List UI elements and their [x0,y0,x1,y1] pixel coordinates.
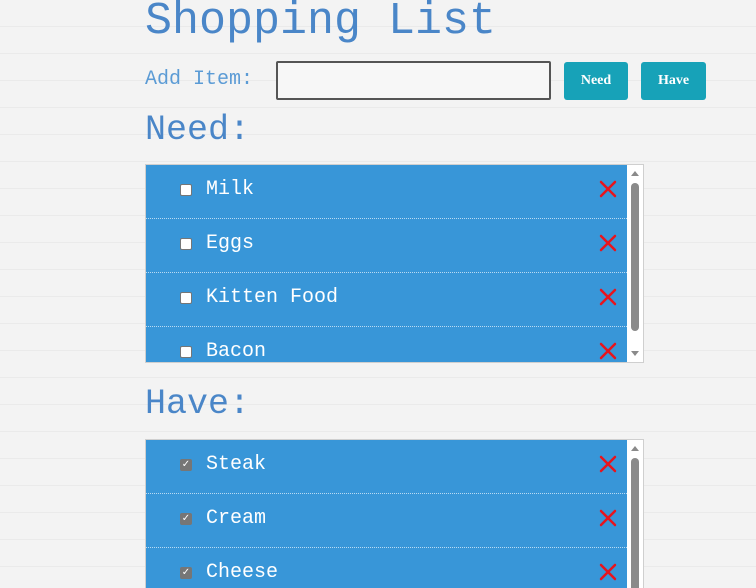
add-to-have-button[interactable]: Have [641,62,706,100]
close-icon[interactable] [597,178,619,200]
item-label: Bacon [206,340,267,363]
checkbox-icon[interactable] [180,346,192,358]
have-list-scrollbar[interactable] [627,440,643,588]
scroll-thumb[interactable] [631,458,639,588]
checkbox-icon[interactable] [180,184,192,196]
item-label: Steak [206,453,267,476]
page-title: Shopping List [145,0,497,47]
close-icon[interactable] [597,232,619,254]
list-item: ✓ Cheese [146,548,629,588]
need-heading: Need: [145,110,251,150]
need-list-scrollbar[interactable] [627,165,643,362]
need-list: Milk Eggs Kitten Food Bacon [145,164,644,363]
need-list-items: Milk Eggs Kitten Food Bacon [146,165,629,363]
add-item-label: Add Item: [145,68,254,91]
add-item-input[interactable] [276,61,551,100]
close-icon[interactable] [597,453,619,475]
close-icon[interactable] [597,340,619,362]
item-label: Cheese [206,561,279,584]
list-item: ✓ Steak [146,440,629,494]
item-label: Milk [206,178,255,201]
checkbox-checked-icon[interactable]: ✓ [180,567,192,579]
list-item: Milk [146,165,629,219]
checkbox-icon[interactable] [180,238,192,250]
scroll-up-icon[interactable] [631,446,639,451]
add-to-need-button[interactable]: Need [564,62,628,100]
have-list: ✓ Steak ✓ Cream ✓ Cheese [145,439,644,588]
item-label: Kitten Food [206,286,339,309]
list-item: ✓ Cream [146,494,629,548]
list-item: Eggs [146,219,629,273]
list-item: Bacon [146,327,629,363]
have-heading: Have: [145,384,251,424]
list-item: Kitten Food [146,273,629,327]
item-label: Eggs [206,232,255,255]
have-list-items: ✓ Steak ✓ Cream ✓ Cheese [146,440,629,588]
checkbox-icon[interactable] [180,292,192,304]
scroll-down-icon[interactable] [631,351,639,356]
scroll-thumb[interactable] [631,183,639,331]
item-label: Cream [206,507,267,530]
checkbox-checked-icon[interactable]: ✓ [180,513,192,525]
close-icon[interactable] [597,507,619,529]
close-icon[interactable] [597,286,619,308]
close-icon[interactable] [597,561,619,583]
checkbox-checked-icon[interactable]: ✓ [180,459,192,471]
scroll-up-icon[interactable] [631,171,639,176]
